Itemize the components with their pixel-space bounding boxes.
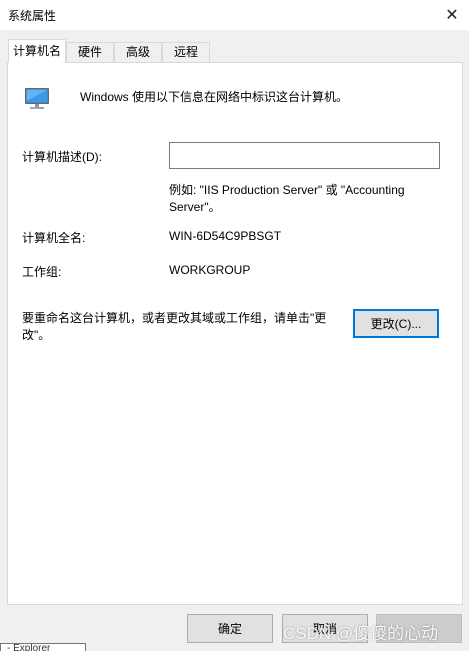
rename-instructions-line2: 改"。 — [22, 328, 51, 342]
ok-button[interactable]: 确定 — [187, 614, 273, 643]
tooltip-fragment: - Explorer — [0, 643, 86, 651]
tab-hardware[interactable]: 硬件 — [66, 42, 114, 62]
watermark: CSDN @傻傻的心动 — [283, 624, 439, 643]
change-button[interactable]: 更改(C)... — [353, 309, 439, 338]
intro-text: Windows 使用以下信息在网络中标识这台计算机。 — [80, 90, 349, 104]
rename-instructions-line1: 要重命名这台计算机，或者更改其域或工作组，请单击"更 — [22, 311, 327, 325]
example-text-line1: 例如: "IIS Production Server" 或 "Accountin… — [169, 183, 405, 197]
computer-description-label: 计算机描述(D): — [22, 150, 102, 164]
workgroup-label: 工作组: — [22, 265, 62, 279]
tab-panel-computer-name: Windows 使用以下信息在网络中标识这台计算机。 计算机描述(D): 例如:… — [7, 62, 463, 605]
computer-monitor-icon — [25, 88, 49, 109]
example-text-line2: Server"。 — [169, 200, 221, 214]
workgroup-value: WORKGROUP — [169, 263, 251, 277]
window-title: 系统属性 — [8, 9, 57, 23]
computer-description-input[interactable] — [169, 142, 440, 169]
full-computer-name-value: WIN-6D54C9PBSGT — [169, 229, 282, 243]
tab-remote[interactable]: 远程 — [162, 42, 210, 62]
full-computer-name-label: 计算机全名: — [22, 231, 86, 245]
close-icon: ✕ — [445, 7, 459, 24]
tab-advanced[interactable]: 高级 — [114, 42, 162, 62]
title-bar: 系统属性 ✕ — [0, 0, 469, 30]
tab-computer-name[interactable]: 计算机名 — [8, 39, 66, 63]
close-button[interactable]: ✕ — [437, 2, 467, 28]
